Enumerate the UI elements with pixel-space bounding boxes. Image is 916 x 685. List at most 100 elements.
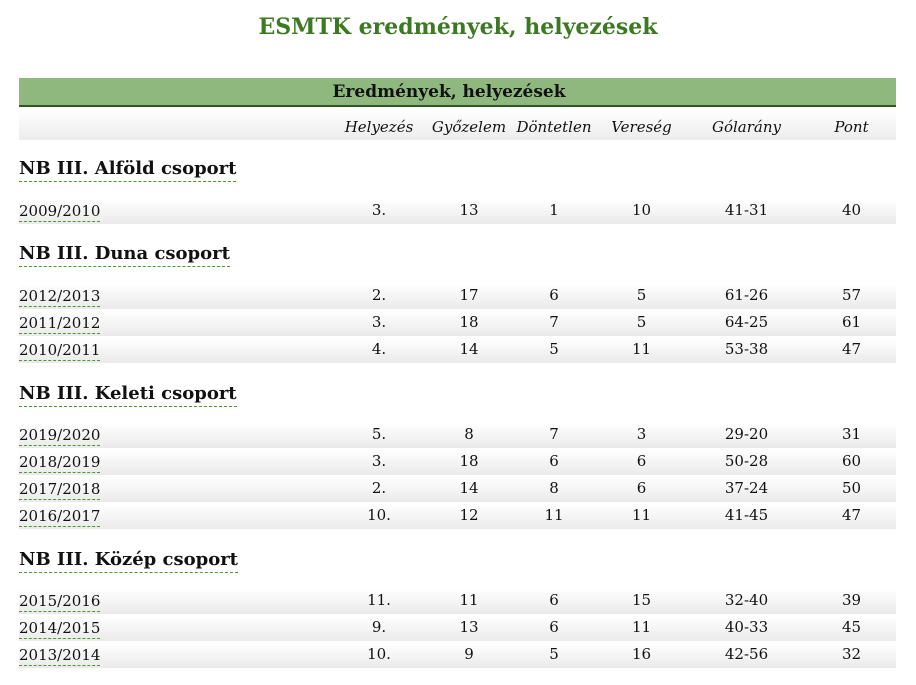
- cell-dontetlen: 7: [549, 424, 559, 443]
- cell-helyezes: 3.: [371, 312, 387, 331]
- table-row: 2014/2015 9. 13 6 11 40-33 45: [19, 616, 896, 641]
- cell-vereseg: 16: [631, 644, 652, 663]
- cell-pont: 32: [841, 644, 862, 663]
- cell-dontetlen: 7: [549, 312, 559, 331]
- cell-golarany: 50-28: [724, 451, 769, 470]
- cell-golarany: 61-26: [724, 285, 769, 304]
- cell-golarany: 40-33: [724, 617, 769, 636]
- column-header-helyezes: Helyezés: [344, 117, 414, 136]
- cell-vereseg: 15: [631, 590, 652, 609]
- group-title-alfold[interactable]: NB III. Alföld csoport: [19, 157, 237, 182]
- cell-helyezes: 3.: [371, 451, 387, 470]
- cell-helyezes: 3.: [371, 200, 387, 219]
- cell-pont: 47: [841, 339, 862, 358]
- season-link[interactable]: 2015/2016: [19, 591, 101, 612]
- cell-pont: 31: [841, 424, 862, 443]
- season-link[interactable]: 2012/2013: [19, 286, 101, 307]
- table-row: 2009/2010 3. 13 1 10 41-31 40: [19, 199, 896, 224]
- cell-vereseg: 5: [636, 285, 647, 304]
- cell-golarany: 29-20: [724, 424, 769, 443]
- cell-pont: 47: [841, 505, 862, 524]
- cell-dontetlen: 11: [544, 505, 564, 524]
- cell-helyezes: 9.: [371, 617, 387, 636]
- season-link[interactable]: 2013/2014: [19, 645, 101, 666]
- group-title-kozep[interactable]: NB III. Közép csoport: [19, 548, 238, 573]
- cell-dontetlen: 5: [549, 644, 559, 663]
- cell-vereseg: 3: [636, 424, 647, 443]
- cell-vereseg: 11: [631, 505, 652, 524]
- cell-golarany: 41-31: [724, 200, 769, 219]
- cell-pont: 57: [841, 285, 862, 304]
- cell-golarany: 53-38: [724, 339, 769, 358]
- cell-dontetlen: 6: [549, 590, 559, 609]
- table-row: 2010/2011 4. 14 5 11 53-38 47: [19, 338, 896, 363]
- table-row: 2013/2014 10. 9 5 16 42-56 32: [19, 643, 896, 668]
- season-link[interactable]: 2011/2012: [19, 313, 101, 334]
- cell-golarany: 41-45: [724, 505, 769, 524]
- cell-gyozelem: 17: [459, 285, 479, 304]
- cell-gyozelem: 14: [459, 339, 479, 358]
- table-title: Eredmények, helyezések: [332, 82, 566, 102]
- column-header-vereseg: Vereség: [611, 117, 672, 136]
- group-title-keleti[interactable]: NB III. Keleti csoport: [19, 382, 237, 407]
- cell-vereseg: 5: [636, 312, 647, 331]
- cell-gyozelem: 8: [464, 424, 474, 443]
- table-header: Eredmények, helyezések: [19, 78, 896, 107]
- season-link[interactable]: 2017/2018: [19, 479, 101, 500]
- table-row: 2017/2018 2. 14 8 6 37-24 50: [19, 477, 896, 502]
- cell-helyezes: 2.: [371, 478, 387, 497]
- cell-pont: 40: [841, 200, 862, 219]
- cell-helyezes: 5.: [371, 424, 387, 443]
- page-title: ESMTK eredmények, helyezések: [258, 14, 658, 40]
- cell-gyozelem: 14: [459, 478, 479, 497]
- season-link[interactable]: 2019/2020: [19, 425, 101, 446]
- season-link[interactable]: 2016/2017: [19, 506, 101, 527]
- cell-dontetlen: 6: [549, 617, 559, 636]
- cell-pont: 61: [841, 312, 862, 331]
- cell-gyozelem: 9: [464, 644, 474, 663]
- table-row: 2016/2017 10. 12 11 11 41-45 47: [19, 504, 896, 529]
- season-link[interactable]: 2010/2011: [19, 340, 101, 361]
- cell-vereseg: 11: [631, 339, 652, 358]
- cell-gyozelem: 18: [459, 312, 479, 331]
- cell-helyezes: 4.: [371, 339, 387, 358]
- cell-golarany: 64-25: [724, 312, 769, 331]
- column-header-gyozelem: Győzelem: [431, 117, 507, 136]
- cell-pont: 60: [841, 451, 862, 470]
- table-row: 2019/2020 5. 8 7 3 29-20 31: [19, 423, 896, 448]
- cell-golarany: 37-24: [724, 478, 769, 497]
- table-row: 2018/2019 3. 18 6 6 50-28 60: [19, 450, 896, 475]
- cell-helyezes: 2.: [371, 285, 387, 304]
- table-row: 2012/2013 2. 17 6 5 61-26 57: [19, 284, 896, 309]
- cell-dontetlen: 6: [549, 451, 559, 470]
- cell-gyozelem: 11: [459, 590, 479, 609]
- table-row: 2011/2012 3. 18 7 5 64-25 61: [19, 311, 896, 336]
- column-header-pont: Pont: [834, 117, 869, 136]
- cell-golarany: 32-40: [724, 590, 769, 609]
- column-header-dontetlen: Döntetlen: [516, 117, 592, 136]
- cell-dontetlen: 1: [549, 200, 559, 219]
- cell-pont: 45: [841, 617, 862, 636]
- cell-gyozelem: 13: [459, 200, 479, 219]
- cell-pont: 50: [841, 478, 862, 497]
- season-link[interactable]: 2014/2015: [19, 618, 101, 639]
- cell-helyezes: 10.: [367, 644, 391, 663]
- cell-helyezes: 11.: [367, 590, 391, 609]
- cell-vereseg: 6: [636, 478, 647, 497]
- cell-dontetlen: 6: [549, 285, 559, 304]
- group-title-duna[interactable]: NB III. Duna csoport: [19, 242, 230, 267]
- column-header-golarany: Gólarány: [711, 117, 781, 136]
- column-header-row: Helyezés Győzelem Döntetlen Vereség Góla…: [19, 110, 896, 140]
- cell-dontetlen: 8: [549, 478, 559, 497]
- cell-gyozelem: 12: [459, 505, 479, 524]
- table-row: 2015/2016 11. 11 6 15 32-40 39: [19, 589, 896, 614]
- cell-gyozelem: 18: [459, 451, 479, 470]
- cell-gyozelem: 13: [459, 617, 479, 636]
- cell-golarany: 42-56: [724, 644, 769, 663]
- cell-helyezes: 10.: [367, 505, 391, 524]
- cell-vereseg: 6: [636, 451, 647, 470]
- cell-pont: 39: [841, 590, 862, 609]
- season-link[interactable]: 2009/2010: [19, 201, 101, 222]
- cell-vereseg: 10: [631, 200, 652, 219]
- season-link[interactable]: 2018/2019: [19, 452, 101, 473]
